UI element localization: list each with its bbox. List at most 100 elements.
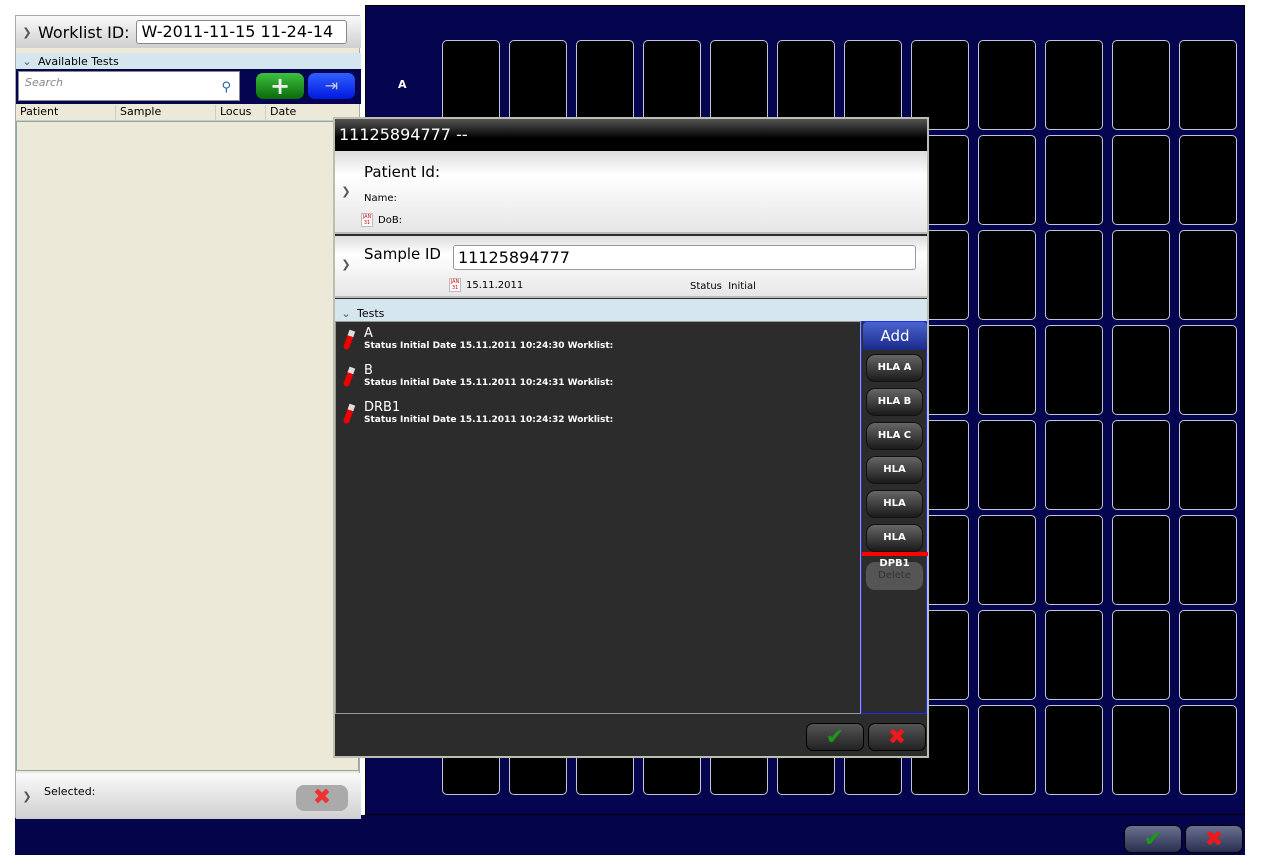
plate-well[interactable] xyxy=(978,705,1036,795)
test-item[interactable]: DRB1 Status Initial Date 15.11.2011 10:24… xyxy=(336,396,860,433)
check-icon: ✔ xyxy=(825,724,845,750)
calendar-icon[interactable]: JAN 31 xyxy=(361,213,373,227)
close-icon: ✖ xyxy=(1204,826,1224,852)
move-to-plate-button[interactable]: ⇥ xyxy=(308,73,355,99)
patient-section: ❯ Patient Id: Name: JAN 31 DoB: xyxy=(335,151,927,234)
plate-well[interactable] xyxy=(1179,705,1237,795)
plus-icon: + xyxy=(269,72,291,100)
plate-well[interactable] xyxy=(1112,515,1170,605)
add-test-panel: Add Delete HLA AHLA BHLA CHLA DRB1HLA DQ… xyxy=(861,321,928,714)
add-hla-b-button[interactable]: HLA B xyxy=(866,388,923,416)
selected-bar: ❯ Selected: ✖ xyxy=(16,773,361,819)
plate-well[interactable] xyxy=(1045,135,1103,225)
check-icon: ✔ xyxy=(1143,826,1163,852)
dialog-ok-button[interactable]: ✔ xyxy=(806,723,864,751)
plate-well[interactable] xyxy=(978,515,1036,605)
plate-well[interactable] xyxy=(1179,610,1237,700)
add-hla-drb1-button[interactable]: HLA DRB1 xyxy=(866,456,923,501)
plate-well[interactable] xyxy=(1179,420,1237,510)
plate-well[interactable] xyxy=(1112,610,1170,700)
worklist-id-label: Worklist ID: xyxy=(38,22,130,42)
plate-well[interactable] xyxy=(1045,420,1103,510)
enter-icon: ⇥ xyxy=(324,76,339,95)
search-input[interactable]: Search ⚲ xyxy=(18,71,240,101)
plate-well[interactable] xyxy=(978,420,1036,510)
plate-well[interactable] xyxy=(978,325,1036,415)
plate-well[interactable] xyxy=(1179,230,1237,320)
plate-well[interactable] xyxy=(1112,325,1170,415)
add-hla-c-button[interactable]: HLA C xyxy=(866,422,923,450)
confirm-button[interactable]: ✔ xyxy=(1124,825,1182,853)
plate-well[interactable] xyxy=(1179,135,1237,225)
plate-well[interactable] xyxy=(1045,230,1103,320)
add-hla-dqb1-button[interactable]: HLA DQB1 xyxy=(866,490,923,535)
calendar-icon[interactable]: JAN 31 xyxy=(449,278,461,292)
sample-dialog: 11125894777 -- ❯ Patient Id: Name: JAN 31… xyxy=(333,117,929,758)
plate-well[interactable] xyxy=(1179,515,1237,605)
worklist-header: ❯ Worklist ID: W-2011-11-15 11-24-14 xyxy=(16,16,361,48)
plate-row-label: A xyxy=(398,78,407,91)
add-header: Add xyxy=(863,322,927,350)
chevron-down-icon: ⌄ xyxy=(22,54,32,68)
plate-well[interactable] xyxy=(1045,515,1103,605)
close-icon: ✖ xyxy=(887,724,907,750)
available-tests-header[interactable]: ⌄ Available Tests xyxy=(16,53,361,69)
chevron-down-icon: ⌄ xyxy=(341,307,351,320)
patient-id-label: Patient Id: xyxy=(364,163,440,181)
plate-well[interactable] xyxy=(1045,705,1103,795)
add-test-button[interactable]: + xyxy=(256,73,304,99)
dialog-title: 11125894777 -- xyxy=(335,119,927,151)
plate-well[interactable] xyxy=(1179,40,1237,130)
cancel-button[interactable]: ✖ xyxy=(1185,825,1243,853)
available-tests-label: Available Tests xyxy=(38,54,119,68)
sample-id-label: Sample ID xyxy=(364,245,441,263)
chevron-right-icon[interactable]: ❯ xyxy=(16,790,38,803)
add-hla-dpb1-button[interactable]: HLA DPB1 xyxy=(866,524,923,569)
available-tests-list[interactable] xyxy=(16,121,359,771)
plate-well[interactable] xyxy=(1112,40,1170,130)
test-info: Status Initial Date 15.11.2011 10:24:31 … xyxy=(364,378,614,388)
plate-well[interactable] xyxy=(978,230,1036,320)
name-label: Name: xyxy=(364,193,397,204)
test-tube-icon xyxy=(342,403,356,425)
clear-selected-button[interactable]: ✖ xyxy=(296,785,348,811)
test-name: A xyxy=(364,326,373,341)
tests-list[interactable]: A Status Initial Date 15.11.2011 10:24:30… xyxy=(335,321,861,714)
plate-well[interactable] xyxy=(1045,325,1103,415)
sample-date: 15.11.2011 xyxy=(466,280,524,291)
dialog-footer: ✔ ✖ xyxy=(335,715,927,756)
plate-well[interactable] xyxy=(978,135,1036,225)
chevron-right-icon[interactable]: ❯ xyxy=(16,26,38,39)
worklist-panel: ❯ Worklist ID: W-2011-11-15 11-24-14 ⌄ A… xyxy=(15,15,361,819)
add-hla-a-button[interactable]: HLA A xyxy=(866,354,923,382)
test-info: Status Initial Date 15.11.2011 10:24:32 … xyxy=(364,415,614,425)
chevron-right-icon[interactable]: ❯ xyxy=(335,258,357,271)
plate-well[interactable] xyxy=(1045,40,1103,130)
test-name: DRB1 xyxy=(364,400,401,415)
test-tube-icon xyxy=(342,366,356,388)
sample-id-input[interactable]: 11125894777 xyxy=(453,245,916,270)
dialog-cancel-button[interactable]: ✖ xyxy=(868,723,926,751)
plate-well[interactable] xyxy=(1112,135,1170,225)
dob-label: DoB: xyxy=(378,215,403,226)
plate-well[interactable] xyxy=(1112,420,1170,510)
plate-well[interactable] xyxy=(1112,230,1170,320)
plate-well[interactable] xyxy=(1179,325,1237,415)
test-item[interactable]: A Status Initial Date 15.11.2011 10:24:30… xyxy=(336,322,860,359)
column-locus[interactable]: Locus xyxy=(216,105,266,120)
plate-well[interactable] xyxy=(1112,705,1170,795)
column-patient[interactable]: Patient xyxy=(16,105,116,120)
search-placeholder: Search xyxy=(25,76,64,89)
status-value: Initial xyxy=(728,281,756,292)
selected-label: Selected: xyxy=(44,784,96,798)
plate-well[interactable] xyxy=(978,40,1036,130)
chevron-right-icon[interactable]: ❯ xyxy=(335,185,357,198)
plate-well[interactable] xyxy=(978,610,1036,700)
tests-label: Tests xyxy=(357,307,385,320)
test-item[interactable]: B Status Initial Date 15.11.2011 10:24:31… xyxy=(336,359,860,396)
worklist-id-input[interactable]: W-2011-11-15 11-24-14 xyxy=(135,20,347,44)
test-name: B xyxy=(364,363,373,378)
plate-well[interactable] xyxy=(1045,610,1103,700)
tests-header[interactable]: ⌄ Tests xyxy=(335,299,927,321)
column-sample[interactable]: Sample xyxy=(116,105,216,120)
